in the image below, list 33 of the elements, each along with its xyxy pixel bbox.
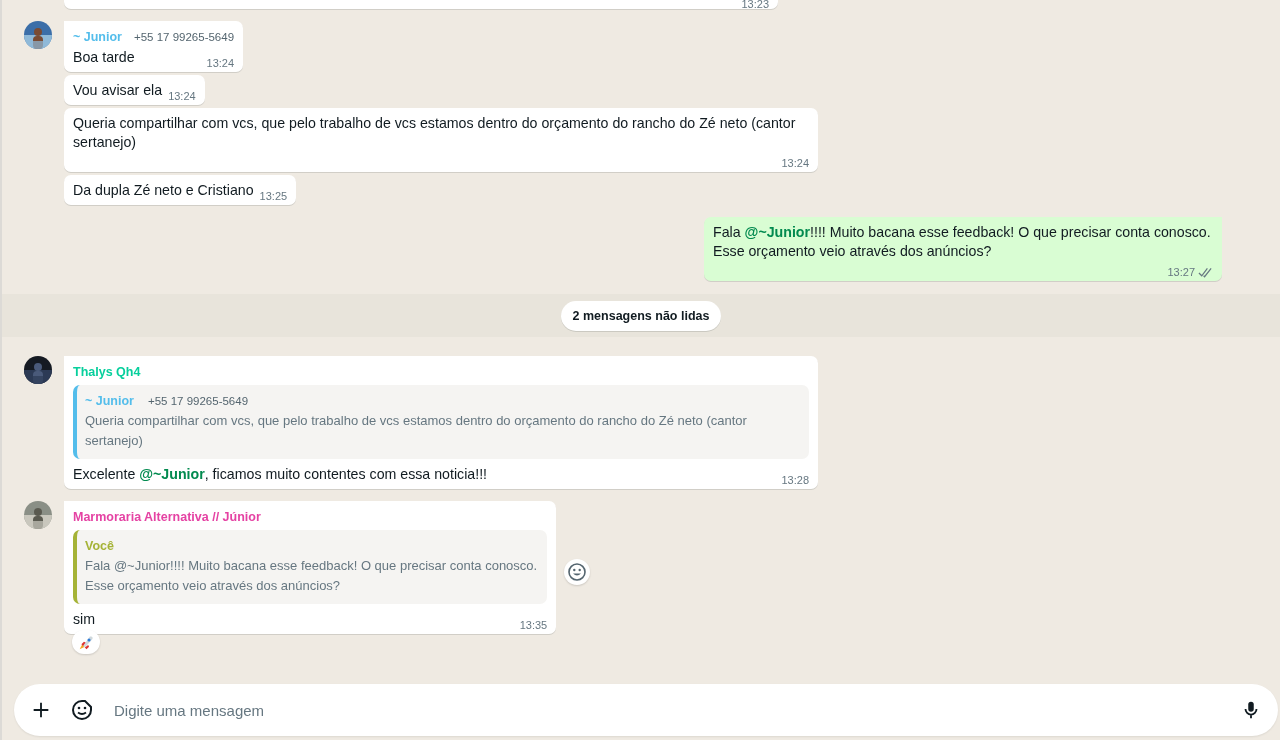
message-text: Excelente @~Junior, ficamos muito contentes com essa noticia!!!: [73, 465, 488, 484]
quoted-message[interactable]: ~ Junior +55 17 99265-5649 Queria compartilhar com vcs, que pelo trabalho de vcs estamos dentro do orçamento do rancho do Zé neto (cantor sertanejo): [73, 385, 809, 459]
message-text: Queria compartilhar com vcs, que pelo trabalho de vcs estamos dentro do orçamento do rancho do Zé neto (cantor sertanejo): [73, 114, 797, 152]
quoted-author: ~ Junior: [85, 393, 134, 410]
message-time: 13:24: [205, 56, 235, 71]
message-bar[interactable]: Digite uma mensagem: [14, 684, 1278, 736]
sender-name[interactable]: Marmoraria Alternativa // Júnior: [73, 507, 261, 527]
quoted-text: Queria compartilhar com vcs, que pelo trabalho de vcs estamos dentro do orçamento do rancho do Zé neto (cantor sertanejo): [85, 412, 748, 450]
message-text: Vou avisar ela: [73, 81, 163, 100]
quoted-phone: +55 17 99265-5649: [147, 394, 249, 409]
quoted-message[interactable]: Você Fala @~Junior!!!! Muito bacana esse feedback! O que precisar conta conosco. Esse orçamento veio através dos anúncios?: [73, 530, 548, 604]
reaction-badge[interactable]: [72, 630, 100, 654]
sticker-icon[interactable]: [70, 698, 94, 722]
message-text: sim: [73, 610, 96, 629]
message-text: Boa tarde: [73, 48, 135, 67]
message-text: Da dupla Zé neto e Cristiano: [73, 181, 254, 200]
message-field[interactable]: Digite uma mensagem: [112, 700, 1222, 720]
message-time: 13:27: [1166, 265, 1195, 280]
quoted-author: Você: [85, 538, 114, 555]
message-time: 13:24: [167, 89, 196, 104]
emoji-button[interactable]: [564, 559, 591, 585]
message-time: 13:35: [518, 618, 548, 633]
message-text: Fala @~Junior!!!! Muito bacana esse feedback! O que precisar conta conosco. Esse orçamento veio através dos anúncios?: [713, 223, 1211, 261]
rocket-icon: [77, 633, 95, 651]
quoted-text: Fala @~Junior!!!! Muito bacana esse feedback! O que precisar conta conosco. Esse orçamento veio através dos anúncios?: [85, 557, 538, 595]
message-time: 13:25: [258, 189, 288, 204]
sender-name[interactable]: ~ Junior: [73, 27, 122, 47]
message-time: 13:28: [780, 473, 809, 488]
unread-messages-label: 2 mensagens não lidas: [560, 300, 722, 331]
message-time: 13:24: [780, 156, 809, 171]
sender-phone: +55 17 99265-5649: [133, 30, 235, 45]
message-time: 13:23: [740, 0, 769, 9]
sender-name[interactable]: Thalys Qh4: [73, 362, 141, 382]
